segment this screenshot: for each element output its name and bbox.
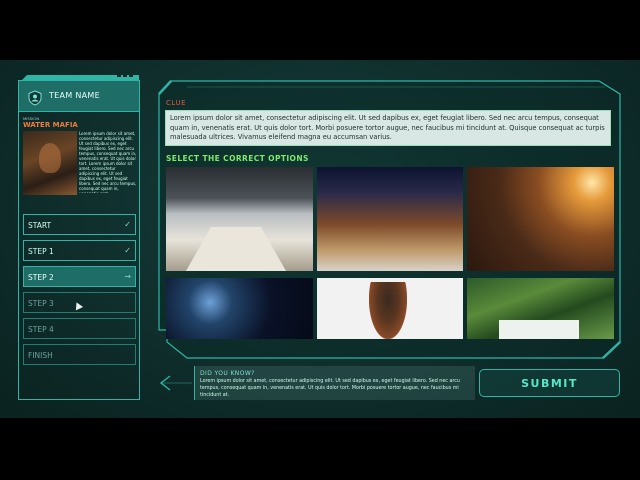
team-header: TEAM NAME	[19, 81, 139, 112]
shield-icon	[28, 90, 42, 106]
step-label: FINISH	[28, 351, 53, 360]
step-label: STEP 3	[28, 299, 54, 308]
clue-text: Lorem ipsum dolor sit amet, consectetur …	[170, 114, 605, 141]
did-you-know-label: DID YOU KNOW?	[200, 370, 255, 377]
option-office-interior[interactable]	[166, 167, 313, 271]
option-desert-sunset[interactable]	[467, 167, 614, 271]
step-start[interactable]: START ✓	[23, 214, 136, 235]
step-1[interactable]: STEP 1 ✓	[23, 240, 136, 261]
mission-name: WATER MAFIA	[23, 121, 78, 129]
check-icon: ✓	[124, 246, 131, 255]
option-space-station[interactable]	[166, 278, 313, 339]
team-name: TEAM NAME	[49, 91, 100, 100]
arrow-right-icon: →	[124, 272, 131, 281]
clue-box: Lorem ipsum dolor sit amet, consectetur …	[165, 110, 611, 146]
step-4[interactable]: STEP 4	[23, 318, 136, 339]
step-label: STEP 4	[28, 325, 54, 334]
did-you-know-box: DID YOU KNOW? Lorem ipsum dolor sit amet…	[194, 366, 475, 400]
option-gingerbread-village[interactable]	[317, 167, 463, 271]
step-label: STEP 1	[28, 247, 54, 256]
submit-button[interactable]: SUBMIT	[479, 369, 620, 397]
question-panel: CLUE Lorem ipsum dolor sit amet, consect…	[157, 80, 621, 360]
step-label: START	[28, 221, 52, 230]
game-screen: TEAM NAME MISSION WATER MAFIA Lorem ipsu…	[0, 60, 640, 418]
mission-image	[23, 131, 77, 195]
step-2[interactable]: STEP 2 →	[23, 266, 136, 287]
clue-label: CLUE	[166, 99, 186, 107]
select-options-label: SELECT THE CORRECT OPTIONS	[166, 154, 309, 163]
team-panel: TEAM NAME MISSION WATER MAFIA Lorem ipsu…	[18, 75, 140, 400]
back-arrow-icon[interactable]	[158, 374, 194, 392]
step-label: STEP 2	[28, 273, 54, 282]
check-icon: ✓	[124, 220, 131, 229]
tab-bars-icon	[117, 75, 133, 77]
did-you-know-text: Lorem ipsum dolor sit amet, consectetur …	[200, 379, 460, 398]
option-jungle-foliage[interactable]	[467, 278, 614, 339]
mission-description: Lorem ipsum dolor sit amet, consectetur …	[79, 131, 137, 193]
step-finish[interactable]: FINISH	[23, 344, 136, 365]
option-chimpanzee[interactable]	[317, 278, 463, 339]
